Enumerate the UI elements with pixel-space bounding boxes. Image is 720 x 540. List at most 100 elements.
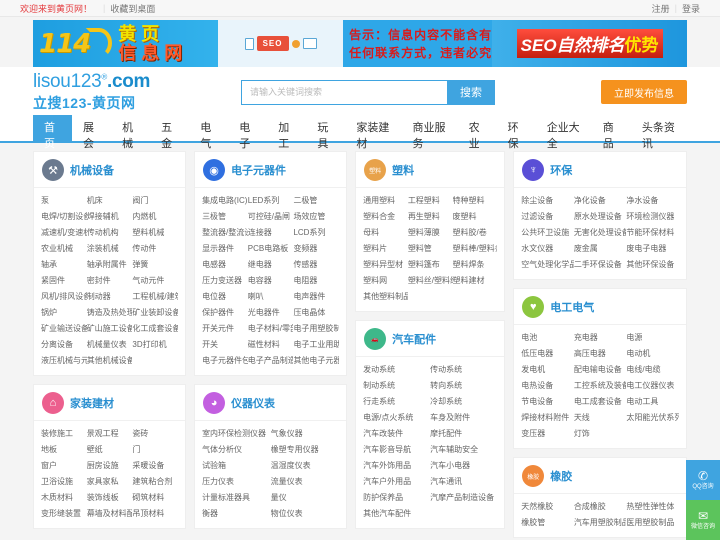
category-link[interactable]: 电子材料/零部 [248,321,294,337]
category-header-instruments[interactable]: ◕ 仪器仪表 [195,385,347,421]
category-link[interactable]: 开关 [202,337,248,353]
category-link[interactable]: 减速机/变速机 [41,225,87,241]
category-link[interactable]: 废塑料 [453,209,498,225]
category-link[interactable]: 电焊/切割设备 [41,209,87,225]
category-link[interactable]: 橡塑专用仪器 [271,442,340,458]
category-link[interactable]: 再生塑料 [408,209,453,225]
category-link[interactable]: 废金属 [574,241,627,257]
category-link[interactable]: 计量标准器具 [202,490,271,506]
category-link[interactable]: 景观工程 [87,426,133,442]
nav-item-5[interactable]: 电子 [228,115,267,150]
category-link[interactable]: 电容器 [248,273,294,289]
site-logo[interactable]: lisou123®.com 立搜123-黄页网 [33,71,241,113]
category-link[interactable]: 发动系统 [363,362,430,378]
category-link[interactable]: 矿山施工设备 [87,321,133,337]
category-link[interactable]: 塑料片 [363,241,408,257]
category-link[interactable]: 场效应管 [293,209,339,225]
category-title-home-building[interactable]: 家装建材 [70,395,114,411]
category-link[interactable]: 密封件 [87,273,133,289]
category-title-auto-parts[interactable]: 汽车配件 [392,331,436,347]
category-link[interactable]: 试验箱 [202,458,271,474]
category-link[interactable]: 通用塑料 [363,193,408,209]
category-link[interactable]: 空气处理化学品 [521,257,574,273]
category-link[interactable]: 热塑性弹性体 [626,499,679,515]
category-link[interactable]: 电源/点火系统 [363,410,430,426]
category-link[interactable]: 塑料异型材 [363,257,408,273]
category-link[interactable]: 塑料薄膜 [408,225,453,241]
category-link[interactable]: 物位仪表 [271,506,340,522]
category-link[interactable]: 节能环保材料 [626,225,679,241]
nav-item-12[interactable]: 企业大全 [536,115,592,150]
category-link[interactable]: 橡胶管 [521,515,574,531]
category-link[interactable]: 轴承 [41,257,87,273]
category-link[interactable]: 汽车通讯 [430,474,497,490]
category-link[interactable]: 窗户 [41,458,87,474]
category-header-machinery[interactable]: ⚒ 机械设备 [34,152,186,188]
category-link[interactable]: 焊接辅机 [87,209,133,225]
category-link[interactable]: 过滤设备 [521,209,574,225]
category-link[interactable]: 装饰线板 [87,490,133,506]
category-title-machinery[interactable]: 机械设备 [70,162,114,178]
category-link[interactable]: 传动机构 [87,225,133,241]
float-widget-qq[interactable]: ✆ QQ咨询 [686,460,720,500]
category-link[interactable]: 流量仪表 [271,474,340,490]
category-link[interactable]: 瓷砖 [132,426,178,442]
category-link[interactable]: 传感器 [293,257,339,273]
category-link[interactable]: 电感器 [202,257,248,273]
category-link[interactable]: 电动机 [626,346,679,362]
category-link[interactable]: 建筑粘合剂 [132,474,178,490]
category-link[interactable]: 汽车辅助安全 [430,442,497,458]
category-link[interactable]: 液压机械与元 [41,353,87,369]
nav-item-11[interactable]: 环保 [497,115,536,150]
category-link[interactable]: 汽摩产品制造设备 [430,490,497,506]
category-link[interactable]: 电位器 [202,289,248,305]
category-link[interactable]: 室内环保检测仪器 [202,426,271,442]
category-header-auto-parts[interactable]: 🚗 汽车配件 [356,321,505,357]
category-link[interactable]: 锅炉 [41,305,87,321]
category-link[interactable]: 紧固件 [41,273,87,289]
category-link[interactable]: 汽车小电器 [430,458,497,474]
category-link[interactable]: 电子产品制造 [248,353,294,369]
category-link[interactable]: 无害化处理设备 [574,225,627,241]
category-link[interactable]: 电源 [626,330,679,346]
category-link[interactable]: 防护保养品 [363,490,430,506]
category-link[interactable]: 工程塑料 [408,193,453,209]
category-link[interactable]: 分离设备 [41,337,87,353]
category-link[interactable]: 充电器 [574,330,627,346]
category-link[interactable]: 变压器 [521,426,574,442]
category-title-electronics[interactable]: 电子元器件 [231,162,286,178]
nav-item-13[interactable]: 商品 [592,115,631,150]
category-header-home-building[interactable]: ⌂ 家装建材 [34,385,186,421]
category-link[interactable]: 塑料丝/塑料绳 [408,273,453,289]
category-link[interactable]: 电声器件 [293,289,339,305]
category-link[interactable]: 砌筑材料 [132,490,178,506]
category-link[interactable]: 高压电器 [574,346,627,362]
category-link[interactable]: 灯饰 [574,426,627,442]
category-link[interactable]: 塑料建材 [453,273,498,289]
category-link[interactable]: 工程机械/建筑 [132,289,178,305]
category-link[interactable]: 电热设备 [521,378,574,394]
category-link[interactable]: 气体分析仪 [202,442,271,458]
category-link[interactable]: 厨房设施 [87,458,133,474]
category-link[interactable]: 衡器 [202,506,271,522]
category-link[interactable]: 其他机械设备 [87,353,133,369]
category-link[interactable]: 3D打印机 [132,337,178,353]
category-link[interactable]: 机械量仪表 [87,337,133,353]
category-link[interactable]: 泵 [41,193,87,209]
category-link[interactable]: 电子工业用助 [293,337,339,353]
category-link[interactable]: 天然橡胶 [521,499,574,515]
category-link[interactable]: 塑料胶/卷 [453,225,498,241]
category-link[interactable]: 摩托配件 [430,426,497,442]
category-link[interactable]: 铸造及热处理 [87,305,133,321]
category-link[interactable]: 电子元器件包 [202,353,248,369]
category-link[interactable]: 太阳能光伏系列 [626,410,679,426]
nav-item-4[interactable]: 电气 [189,115,228,150]
nav-item-3[interactable]: 五金 [150,115,189,150]
publish-info-button[interactable]: 立即发布信息 [601,80,687,104]
category-link[interactable]: 化工成套设备 [132,321,178,337]
category-link[interactable]: 母料 [363,225,408,241]
banner-seo-ad[interactable]: SEO自然排名优势 [492,20,687,67]
category-link[interactable]: 显示器件 [202,241,248,257]
nav-item-0[interactable]: 首页 [33,115,73,150]
category-link[interactable]: 壁纸 [87,442,133,458]
